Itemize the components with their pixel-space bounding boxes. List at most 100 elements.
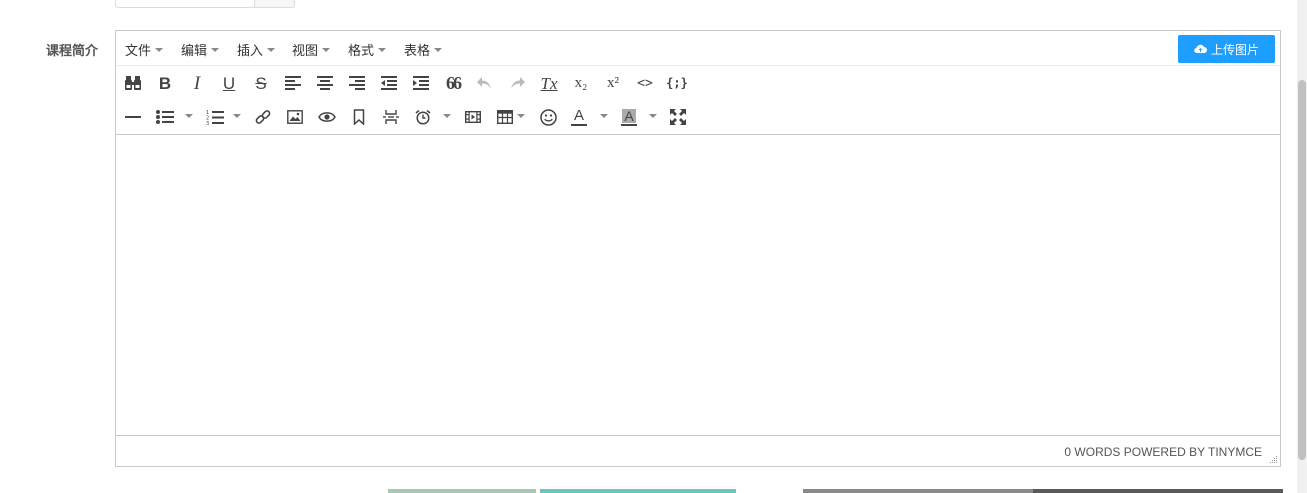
bullet-list-dropdown[interactable] bbox=[185, 114, 193, 118]
align-right-button[interactable] bbox=[344, 70, 370, 96]
image-thumbnail bbox=[388, 489, 536, 493]
page: 课程简介 文件 编辑 插入 视图 格式 表格 上传图片 B I U S 66 T… bbox=[0, 0, 1307, 493]
top-text-input[interactable] bbox=[115, 0, 255, 8]
underline-button[interactable]: U bbox=[216, 70, 242, 96]
menu-format[interactable]: 格式 bbox=[348, 40, 387, 59]
source-code-button[interactable]: <> bbox=[632, 70, 658, 96]
menu-insert[interactable]: 插入 bbox=[237, 40, 276, 59]
link-button[interactable] bbox=[250, 104, 276, 130]
text-color-icon: A bbox=[571, 108, 587, 126]
link-icon bbox=[255, 110, 271, 124]
bullet-list-button[interactable] bbox=[152, 104, 178, 130]
upload-image-button[interactable]: 上传图片 bbox=[1178, 35, 1275, 63]
text-color-glyph: A bbox=[573, 107, 584, 124]
image-icon bbox=[287, 110, 303, 124]
align-right-icon bbox=[349, 76, 365, 90]
superscript-button[interactable]: x² bbox=[600, 70, 626, 96]
resize-handle-icon[interactable] bbox=[1270, 456, 1278, 464]
upload-image-label: 上传图片 bbox=[1210, 42, 1259, 57]
outdent-button[interactable] bbox=[376, 70, 402, 96]
bullet-list-icon bbox=[156, 110, 174, 124]
menu-table-label: 表格 bbox=[404, 44, 431, 59]
indent-icon bbox=[413, 76, 429, 90]
page-scrollbar[interactable] bbox=[1297, 0, 1307, 493]
remove-format-button[interactable]: Tx bbox=[536, 70, 562, 96]
smiley-icon bbox=[539, 108, 557, 126]
cloud-upload-icon bbox=[1194, 44, 1207, 54]
bold-icon: B bbox=[158, 73, 172, 93]
media-button[interactable] bbox=[460, 104, 486, 130]
chevron-down-icon bbox=[211, 47, 220, 52]
editor-statusbar: 0 WORDS POWERED BY TINYMCE bbox=[116, 435, 1280, 466]
fullscreen-button[interactable] bbox=[665, 104, 691, 130]
redo-button[interactable] bbox=[504, 70, 530, 96]
menu-table[interactable]: 表格 bbox=[404, 40, 443, 59]
svg-text:3: 3 bbox=[206, 121, 209, 125]
menu-edit-label: 编辑 bbox=[181, 44, 208, 59]
fullscreen-icon bbox=[670, 109, 686, 125]
emoticons-button[interactable] bbox=[535, 104, 561, 130]
image-thumbnail bbox=[1033, 489, 1283, 493]
eye-icon bbox=[318, 112, 336, 122]
image-thumbnail bbox=[803, 489, 1033, 493]
align-center-button[interactable] bbox=[312, 70, 338, 96]
chevron-down-icon bbox=[155, 47, 164, 52]
numbered-list-button[interactable]: 123 bbox=[202, 104, 228, 130]
image-button[interactable] bbox=[282, 104, 308, 130]
top-input-addon-button[interactable] bbox=[254, 0, 295, 8]
strikethrough-icon: S bbox=[255, 73, 267, 93]
table-button[interactable] bbox=[492, 104, 518, 130]
code-sample-button[interactable]: {;} bbox=[664, 70, 690, 96]
align-left-icon bbox=[285, 76, 301, 90]
outdent-icon bbox=[381, 76, 397, 90]
page-break-button[interactable] bbox=[378, 104, 404, 130]
editor-menubar: 文件 编辑 插入 视图 格式 表格 上传图片 bbox=[116, 31, 1280, 66]
text-color-swatch bbox=[571, 124, 587, 126]
bold-button[interactable]: B bbox=[152, 70, 178, 96]
preview-button[interactable] bbox=[314, 104, 340, 130]
align-center-icon bbox=[317, 76, 333, 90]
chevron-down-icon bbox=[378, 47, 387, 52]
insert-datetime-dropdown[interactable] bbox=[443, 114, 451, 118]
menu-file[interactable]: 文件 bbox=[125, 40, 164, 59]
code-sample-icon: {;} bbox=[666, 76, 688, 90]
menu-view[interactable]: 视图 bbox=[292, 40, 331, 59]
superscript-icon: x² bbox=[607, 74, 619, 91]
toolbar-row-1: B I U S 66 Tx x₂ x² <> {;} bbox=[116, 68, 1280, 98]
alarm-clock-icon bbox=[415, 109, 431, 125]
menu-file-label: 文件 bbox=[125, 44, 152, 59]
indent-button[interactable] bbox=[408, 70, 434, 96]
menu-format-label: 格式 bbox=[348, 44, 375, 59]
scrollbar-thumb[interactable] bbox=[1298, 80, 1306, 460]
image-thumbnail bbox=[540, 489, 736, 493]
anchor-button[interactable] bbox=[346, 104, 372, 130]
numbered-list-dropdown[interactable] bbox=[233, 114, 241, 118]
menu-edit[interactable]: 编辑 bbox=[181, 40, 220, 59]
numbered-list-icon: 123 bbox=[206, 110, 224, 125]
italic-button[interactable]: I bbox=[184, 70, 210, 96]
editor-content-area[interactable] bbox=[116, 135, 1280, 435]
subscript-button[interactable]: x₂ bbox=[568, 70, 594, 96]
text-color-dropdown[interactable] bbox=[600, 114, 608, 118]
form-label-course-intro: 课程简介 bbox=[46, 44, 99, 59]
italic-icon: I bbox=[193, 72, 201, 94]
remove-format-icon: Tx bbox=[540, 73, 558, 93]
menu-insert-label: 插入 bbox=[237, 44, 264, 59]
table-icon bbox=[497, 110, 513, 124]
underline-icon: U bbox=[222, 73, 236, 93]
strikethrough-button[interactable]: S bbox=[248, 70, 274, 96]
undo-button[interactable] bbox=[472, 70, 498, 96]
background-color-icon: A bbox=[621, 108, 637, 126]
find-replace-button[interactable] bbox=[120, 70, 146, 96]
background-color-button[interactable]: A bbox=[616, 104, 642, 130]
table-dropdown[interactable] bbox=[517, 114, 525, 118]
insert-datetime-button[interactable] bbox=[410, 104, 436, 130]
align-left-button[interactable] bbox=[280, 70, 306, 96]
horizontal-rule-button[interactable] bbox=[120, 104, 146, 130]
text-color-button[interactable]: A bbox=[566, 104, 592, 130]
blockquote-button[interactable]: 66 bbox=[440, 70, 466, 96]
subscript-icon: x₂ bbox=[574, 74, 588, 91]
chevron-down-icon bbox=[434, 47, 443, 52]
word-count-status: 0 WORDS POWERED BY TINYMCE bbox=[1064, 445, 1262, 459]
background-color-dropdown[interactable] bbox=[649, 114, 657, 118]
